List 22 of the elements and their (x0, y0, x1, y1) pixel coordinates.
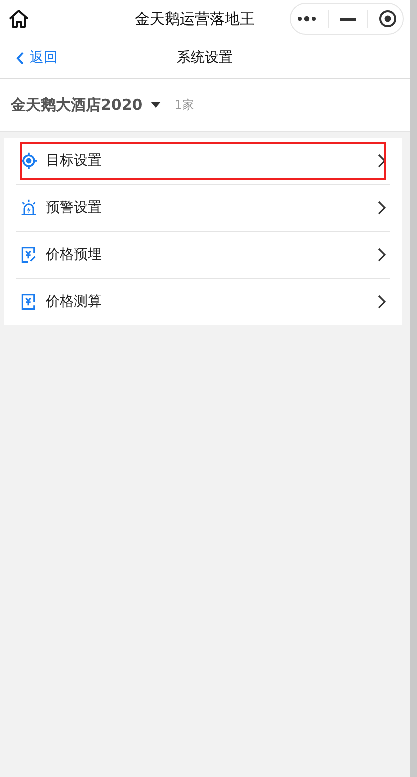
app-title: 金天鹅运营落地王 (134, 10, 256, 28)
menu-item[interactable]: 价格预埋 (16, 231, 390, 278)
hotel-count: 1家 (174, 96, 194, 114)
yen-document-icon (20, 293, 38, 311)
chevron-icon (378, 201, 386, 215)
minimize-icon[interactable] (340, 18, 356, 20)
home-icon[interactable] (8, 9, 30, 29)
yen-edit-icon (20, 246, 38, 264)
close-icon[interactable] (379, 10, 398, 28)
menu-item[interactable]: 价格测算 (16, 278, 390, 325)
menu-item[interactable]: 目标设置 (16, 138, 390, 184)
alarm-light-icon (20, 199, 38, 217)
dropdown-icon[interactable] (150, 102, 161, 108)
chevron-icon (378, 154, 386, 168)
menu-item[interactable]: 预警设置 (16, 184, 390, 231)
hotel-name[interactable]: 金天鹅大酒店2020 (11, 96, 143, 114)
target-icon (20, 152, 38, 170)
back-link[interactable]: 返回 (16, 49, 58, 67)
page-title: 系统设置 (177, 49, 233, 67)
chevron-icon (378, 295, 386, 309)
more-icon[interactable] (296, 16, 317, 22)
chevron-icon (378, 248, 386, 262)
